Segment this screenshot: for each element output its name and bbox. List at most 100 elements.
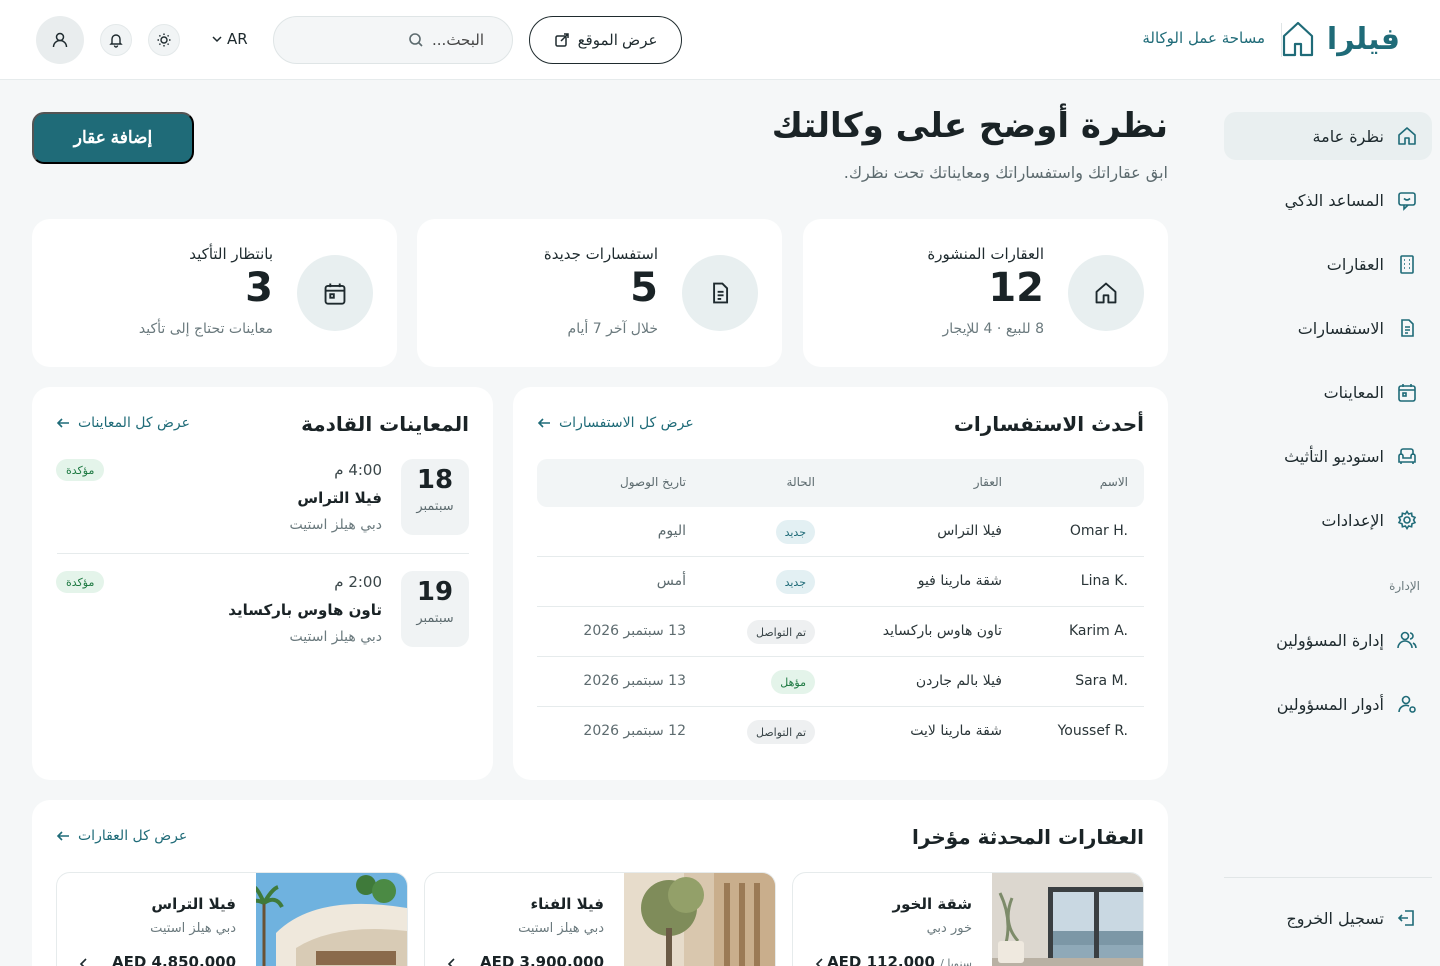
- table-row[interactable]: Karim A. تاون هاوس باركسايد تم التواصل 1…: [537, 607, 1144, 657]
- divider: [57, 553, 469, 554]
- appointment-time: 2:00 م: [334, 573, 382, 591]
- sidebar-item-admin-roles[interactable]: أدوار المسؤولين: [1224, 680, 1432, 728]
- search-input[interactable]: البحث...: [273, 16, 513, 64]
- property-card[interactable]: فيلا الفناء دبي هيلز استيت AED 3,900,000: [424, 872, 776, 966]
- theme-toggle-button[interactable]: [148, 24, 180, 56]
- appointment-date-tile: 19 سبتمبر: [401, 571, 469, 647]
- table-row[interactable]: Lina K. شقة مارينا فيو جديد أمس: [537, 557, 1144, 607]
- sidebar-item-ai-assistant[interactable]: المساعد الذكي: [1224, 176, 1432, 224]
- brand-name: فيلرا: [1326, 21, 1400, 57]
- appointment-location: دبي هيلز استيت: [289, 629, 382, 645]
- stat-label: استفسارات جديدة: [543, 245, 658, 263]
- appointment-day: 19: [416, 577, 454, 607]
- property-price: AED 3,900,000: [480, 953, 604, 966]
- view-all-label: عرض كل العقارات: [78, 828, 188, 844]
- add-property-button[interactable]: إضافة عقار: [32, 112, 194, 164]
- property-image: [992, 873, 1143, 966]
- document-icon: [682, 255, 758, 331]
- sidebar-item-label: أدوار المسؤولين: [1276, 694, 1384, 714]
- property-card[interactable]: شقة الخور خور دبي AED 112,000 / سنويا: [792, 872, 1144, 966]
- chat-assistant-icon: [1396, 189, 1418, 211]
- status-badge: مؤهل: [771, 670, 815, 694]
- latest-inquiries-card: أحدث الاستفسارات عرض كل الاستفسارات الاس…: [513, 387, 1168, 780]
- table-row[interactable]: Omar H. فيلا التراس جديد اليوم: [537, 507, 1144, 557]
- header-divider: [1281, 23, 1282, 57]
- inquiry-date: 12 سبتمبر 2026: [583, 723, 686, 739]
- stat-subtext: معاينات تحتاج إلى تأكيد: [138, 321, 273, 337]
- search-placeholder: البحث...: [432, 31, 484, 49]
- bell-icon: [108, 32, 124, 48]
- sidebar-item-label: الإعدادات: [1321, 510, 1384, 530]
- inquiry-property: تاون هاوس باركسايد: [882, 623, 1002, 639]
- sidebar: نظرة عامة المساعد الذكي العقارات الاستفس…: [1208, 81, 1440, 966]
- inquiry-date: 13 سبتمبر 2026: [583, 673, 686, 689]
- brand-logo[interactable]: فيلرا: [1281, 20, 1400, 58]
- appointment-property: فيلا التراس: [297, 489, 382, 507]
- status-badge: جديد: [775, 570, 815, 594]
- property-image: [256, 873, 407, 966]
- sidebar-item-manage-admins[interactable]: إدارة المسؤولين: [1224, 616, 1432, 664]
- sidebar-item-label: المساعد الذكي: [1284, 190, 1384, 210]
- view-all-appointments-link[interactable]: عرض كل المعاينات: [56, 415, 190, 431]
- calendar-icon: [297, 255, 373, 331]
- view-site-button[interactable]: عرض الموقع: [529, 16, 682, 64]
- sidebar-item-properties[interactable]: العقارات: [1224, 240, 1432, 288]
- language-selector[interactable]: AR: [211, 30, 248, 48]
- inquiry-name: Omar H.: [1069, 523, 1128, 539]
- arrow-left-icon: [56, 829, 70, 843]
- appointment-location: دبي هيلز استيت: [289, 517, 382, 533]
- agency-workspace-link[interactable]: مساحة عمل الوكالة: [1142, 29, 1265, 47]
- inquiry-property: شقة مارينا لايت: [910, 723, 1002, 739]
- appointment-day: 18: [416, 465, 454, 495]
- appointment-property: تاون هاوس باركسايد: [228, 601, 382, 619]
- sidebar-item-inquiries[interactable]: الاستفسارات: [1224, 304, 1432, 352]
- inquiry-date: أمس: [656, 573, 686, 589]
- section-title: العقارات المحدثة مؤخرا: [912, 825, 1144, 849]
- property-name: شقة الخور: [892, 895, 973, 913]
- status-badge: جديد: [775, 520, 815, 544]
- sidebar-item-furnishing-studio[interactable]: استوديو التأثيث: [1224, 432, 1432, 480]
- admin-section-heading: الإدارة: [1389, 579, 1420, 593]
- property-location: خور دبي: [926, 921, 972, 936]
- stat-label: العقارات المنشورة: [927, 245, 1044, 263]
- inquiry-property: فيلا التراس: [937, 523, 1002, 539]
- sidebar-item-label: استوديو التأثيث: [1284, 446, 1384, 466]
- sidebar-item-overview[interactable]: نظرة عامة: [1224, 112, 1432, 160]
- notifications-button[interactable]: [100, 24, 132, 56]
- stat-card-published-properties: العقارات المنشورة 12 8 للبيع · 4 للإيجار: [803, 219, 1168, 367]
- chevron-left-icon: [79, 957, 89, 966]
- logout-icon: [1396, 907, 1418, 929]
- status-badge: تم التواصل: [746, 620, 815, 644]
- inquiry-date: اليوم: [657, 523, 686, 539]
- sidebar-item-appointments[interactable]: المعاينات: [1224, 368, 1432, 416]
- status-badge: مؤكدة: [56, 571, 105, 593]
- inquiry-name: Youssef R.: [1057, 723, 1128, 739]
- document-icon: [1396, 317, 1418, 339]
- property-card[interactable]: فيلا التراس دبي هيلز استيت AED 4,850,000: [56, 872, 408, 966]
- table-row[interactable]: Youssef R. شقة مارينا لايت تم التواصل 12…: [537, 707, 1144, 757]
- column-header-status: الحالة: [786, 475, 815, 489]
- view-all-properties-link[interactable]: عرض كل العقارات: [56, 828, 187, 844]
- status-badge: مؤكدة: [56, 459, 105, 481]
- top-header: فيلرا مساحة عمل الوكالة عرض الموقع البحث…: [0, 0, 1440, 80]
- calendar-icon: [1396, 381, 1418, 403]
- sidebar-item-label: الاستفسارات: [1297, 318, 1384, 338]
- table-row[interactable]: Sara M. فيلا بالم جاردن مؤهل 13 سبتمبر 2…: [537, 657, 1144, 707]
- logout-button[interactable]: تسجيل الخروج: [1224, 894, 1432, 942]
- section-title: أحدث الاستفسارات: [953, 412, 1144, 436]
- users-icon: [1396, 629, 1418, 651]
- view-all-inquiries-link[interactable]: عرض كل الاستفسارات: [537, 415, 694, 431]
- price-value: AED 112,000: [827, 953, 935, 966]
- stat-card-new-inquiries: استفسارات جديدة 5 خلال آخر 7 أيام: [417, 219, 782, 367]
- sidebar-item-settings[interactable]: الإعدادات: [1224, 496, 1432, 544]
- appointment-date-tile: 18 سبتمبر: [401, 459, 469, 535]
- stat-subtext: خلال آخر 7 أيام: [567, 321, 658, 337]
- sofa-icon: [1396, 445, 1418, 467]
- section-title: المعاينات القادمة: [301, 412, 469, 436]
- language-label: AR: [227, 30, 248, 48]
- inquiry-name: Sara M.: [1075, 673, 1128, 689]
- user-avatar[interactable]: [36, 16, 84, 64]
- stat-value: 3: [245, 265, 273, 311]
- inquiry-property: شقة مارينا فيو: [917, 573, 1002, 589]
- appointment-time: 4:00 م: [334, 461, 382, 479]
